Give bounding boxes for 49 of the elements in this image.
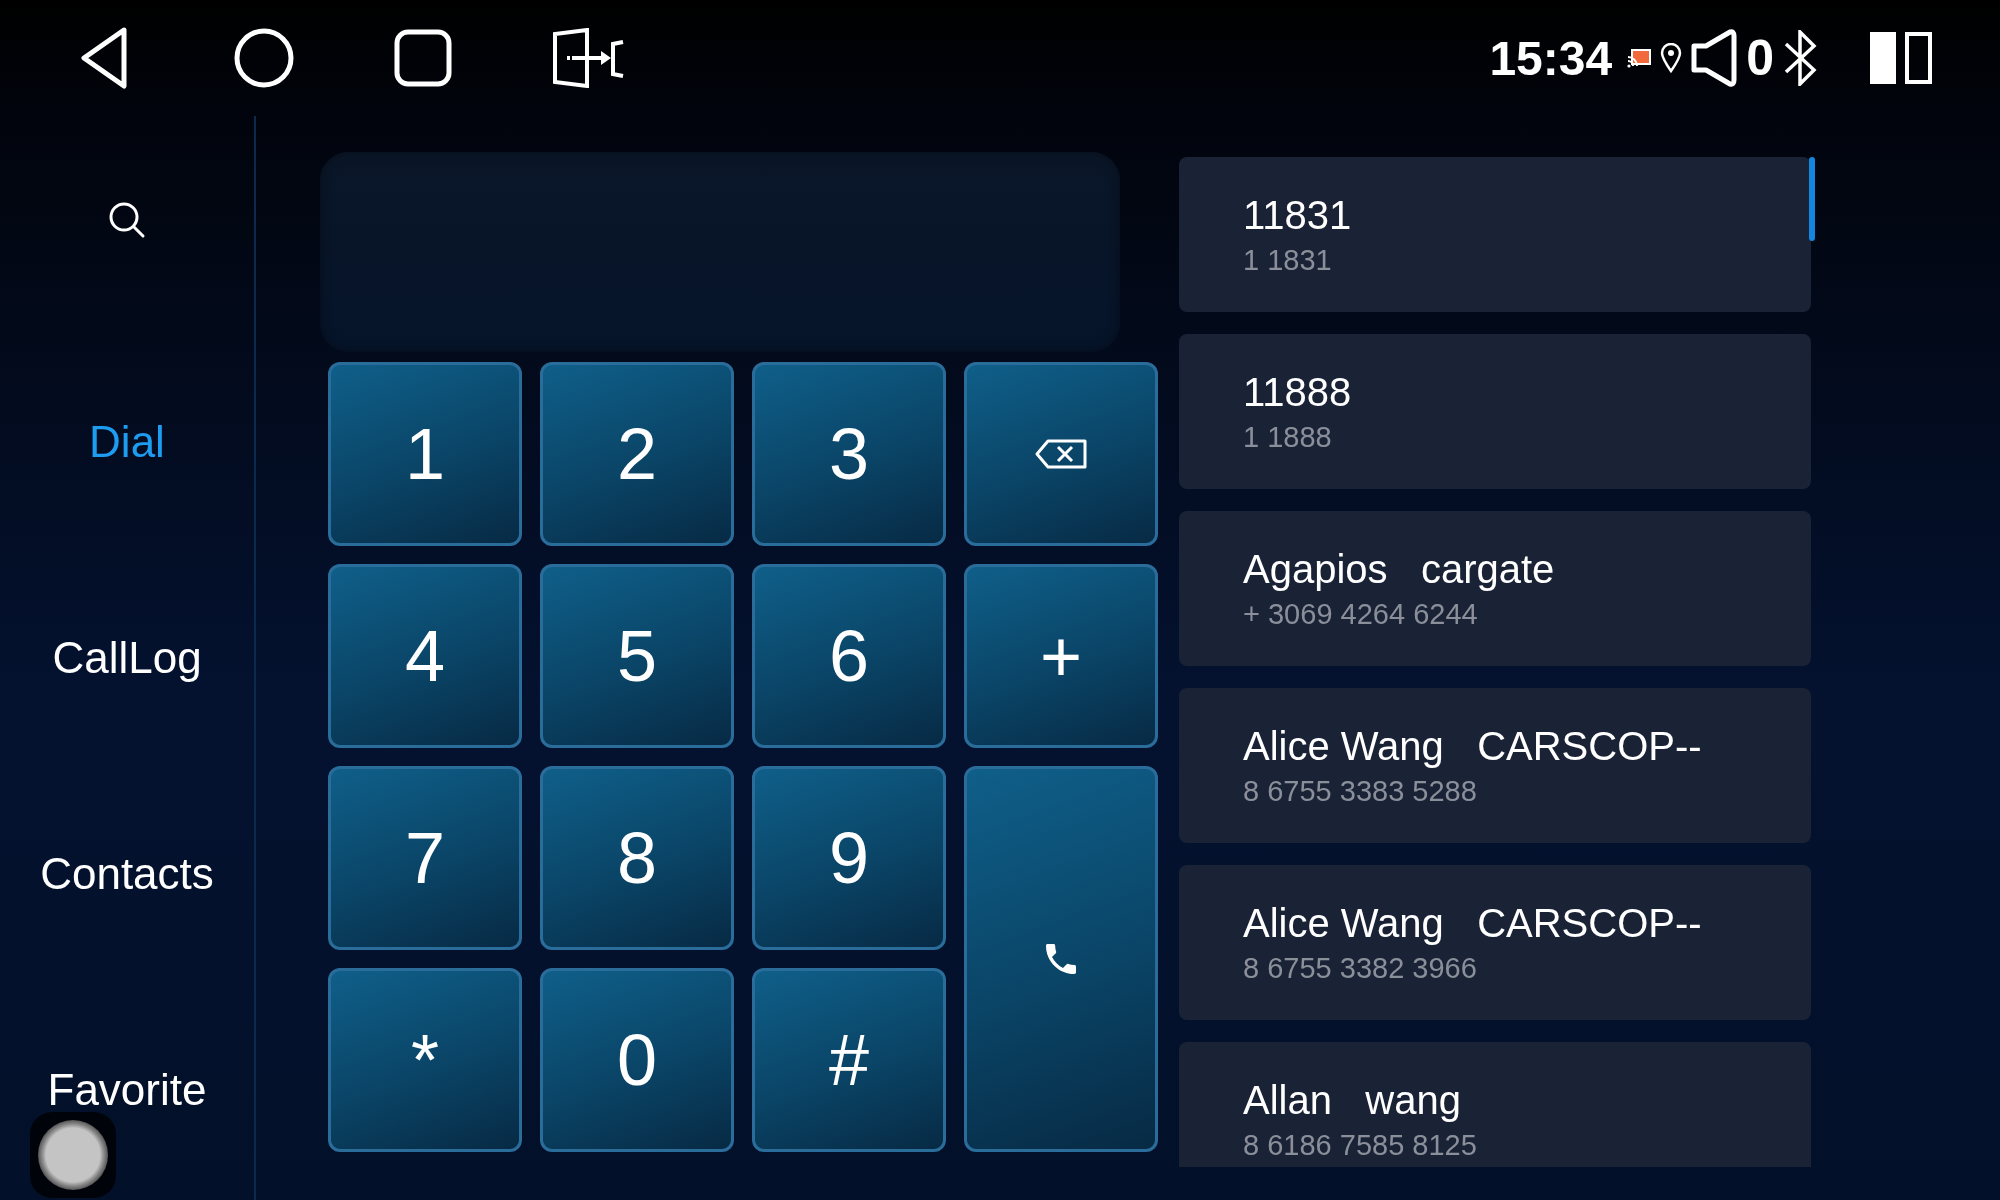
contact-number: 8 6186 7585 8125: [1243, 1128, 1478, 1162]
sidebar-tab[interactable]: Contacts: [40, 849, 214, 899]
contact-name: Alice Wang CARSCOP--: [1243, 900, 1703, 946]
contact-row[interactable]: Alice Wang CARSCOP-- 8 6755 3383 5288: [1179, 688, 1811, 843]
contact-number: 8 6755 3383 5288: [1243, 774, 1478, 808]
keypad-key[interactable]: 5: [540, 564, 734, 748]
keypad-key[interactable]: #: [752, 968, 946, 1152]
keypad-key[interactable]: 0: [540, 968, 734, 1152]
keypad-key[interactable]: 3: [752, 362, 946, 546]
contact-number: 8 6755 3382 3966: [1243, 951, 1478, 985]
contact-row[interactable]: 11831 1 1831: [1179, 157, 1811, 312]
contact-row[interactable]: 11888 1 1888: [1179, 334, 1811, 489]
location-icon: [1660, 43, 1683, 73]
contact-row[interactable]: Agapios cargate + 3069 4264 6244: [1179, 511, 1811, 666]
keypad-key[interactable]: 8: [540, 766, 734, 950]
contact-row[interactable]: Allan wang 8 6186 7585 8125: [1179, 1042, 1811, 1167]
bluetooth-icon: [1782, 30, 1818, 86]
keypad-key[interactable]: +: [964, 564, 1158, 748]
cast-icon: [1626, 47, 1653, 69]
sidebar-tab[interactable]: Favorite: [47, 1065, 207, 1115]
contact-name: Agapios cargate: [1243, 546, 1556, 592]
keypad-key[interactable]: 9: [752, 766, 946, 950]
clock-time: 15:34: [1489, 30, 1613, 86]
backspace-button[interactable]: [964, 362, 1158, 546]
speaker-icon: [1690, 28, 1739, 88]
keypad-key[interactable]: *: [328, 968, 522, 1152]
sidebar-tab[interactable]: Dial: [89, 417, 165, 467]
keypad-key[interactable]: 1: [328, 362, 522, 546]
contact-number: + 3069 4264 6244: [1243, 597, 1479, 631]
search-icon: [107, 200, 147, 240]
contact-row[interactable]: Alice Wang CARSCOP-- 8 6755 3382 3966: [1179, 865, 1811, 1020]
call-button[interactable]: [964, 766, 1158, 1152]
contact-name: 11831: [1243, 192, 1353, 238]
volume-level: 0: [1746, 29, 1774, 87]
keypad-key[interactable]: 2: [540, 362, 734, 546]
contact-name: 11888: [1243, 369, 1353, 415]
contact-number: 1 1831: [1243, 243, 1333, 277]
recent-apps-icon[interactable]: [394, 29, 452, 87]
sidebar-tab[interactable]: CallLog: [52, 633, 202, 683]
backspace-icon: [1034, 438, 1088, 470]
contact-number: 1 1888: [1243, 420, 1333, 454]
contact-name: Allan wang: [1243, 1077, 1462, 1123]
keypad-key[interactable]: 6: [752, 564, 946, 748]
home-icon[interactable]: [233, 27, 295, 89]
keypad-key[interactable]: 7: [328, 766, 522, 950]
contact-name: Alice Wang CARSCOP--: [1243, 723, 1703, 769]
floating-touch-button[interactable]: [30, 1112, 116, 1198]
split-screen-icon[interactable]: [1870, 30, 1932, 86]
keypad-key[interactable]: 4: [328, 564, 522, 748]
